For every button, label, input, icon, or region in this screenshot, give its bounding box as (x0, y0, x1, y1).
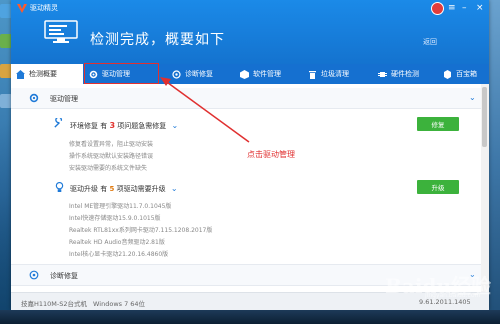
tab-label: 垃圾清理 (321, 70, 349, 78)
tab-toolbox[interactable]: 百宝箱 (443, 64, 489, 84)
tab-label: 百宝箱 (456, 70, 477, 78)
app-logo-icon (17, 4, 27, 13)
app-window: 驱动精灵 ≡ – × 检测完成，概要如下 返回 检测概要 驱动管理 诊断修复 软… (11, 0, 489, 310)
upgrade-count: 5 (109, 185, 115, 193)
return-link[interactable]: 返回 (423, 37, 437, 47)
chevron-down-icon[interactable]: ⌄ (171, 184, 178, 193)
chip-icon (378, 71, 387, 77)
env-repair-suffix: 项问题急需修复 (117, 122, 167, 130)
driver-item: Realtek RTL81xx系列网卡驱动7.115.1208.2017版 (69, 227, 213, 234)
env-repair-count: 3 (109, 121, 116, 130)
upgrade-suffix: 项驱动需要升级 (116, 185, 166, 193)
upgrade-have: 有 (100, 185, 108, 193)
section-title: 驱动管理 (50, 95, 78, 103)
main-content: 驱动管理 ⌄ 环境修复 有 3 项问题急需修复 ⌄ 修复 修复看设置异常，阻止驱… (11, 84, 481, 292)
target-icon (172, 69, 181, 79)
driver-item: Intel快速存储驱动15.9.0.1015版 (69, 215, 161, 222)
app-name: 驱动精灵 (30, 4, 58, 12)
tab-label: 诊断修复 (185, 70, 213, 78)
driver-item: Intel核心显卡驱动21.20.16.4860版 (69, 251, 169, 258)
monitor-icon (44, 20, 78, 43)
annotation-text: 点击驱动管理 (247, 150, 295, 159)
repair-button[interactable]: 修复 (417, 117, 459, 131)
chevron-down-icon[interactable]: ⌄ (469, 93, 476, 102)
os-version: Windows 7 64位 (93, 300, 146, 308)
tab-label: 检测概要 (29, 70, 57, 78)
taskbar (0, 310, 500, 324)
tab-software-management[interactable]: 软件管理 (240, 64, 306, 84)
env-issue-item: 操作系统驱动默认安装路径错误 (69, 153, 154, 160)
target-icon (29, 270, 39, 280)
annotation-highlight-box (84, 63, 159, 84)
title-bar: 驱动精灵 ≡ – × 检测完成，概要如下 返回 (11, 0, 489, 64)
app-version: 9.61.2011.1405 (419, 298, 471, 306)
gear-icon (29, 93, 39, 103)
notification-badge[interactable] (431, 2, 444, 15)
trash-icon (309, 70, 316, 79)
wrench-icon (54, 118, 63, 128)
driver-section-header[interactable]: 驱动管理 ⌄ (11, 88, 481, 109)
package-icon (240, 69, 249, 79)
home-icon (16, 69, 25, 79)
lightbulb-icon (55, 182, 64, 192)
driver-item: Realtek HD Audio音频驱动2.81版 (69, 239, 165, 246)
scrollbar-thumb[interactable] (482, 87, 487, 147)
page-title: 检测完成，概要如下 (90, 32, 225, 48)
tab-bar: 检测概要 驱动管理 诊断修复 软件管理 垃圾清理 硬件检测 百宝箱 (11, 64, 489, 84)
env-issue-item: 修复看设置异常，阻止驱动安装 (69, 141, 154, 148)
tab-junk-cleanup[interactable]: 垃圾清理 (308, 64, 374, 84)
tab-diagnose-repair[interactable]: 诊断修复 (172, 64, 238, 84)
tab-label: 硬件检测 (391, 70, 419, 78)
upgrade-label: 驱动升级 (70, 185, 98, 193)
chevron-down-icon[interactable]: ⌄ (172, 121, 179, 130)
tab-overview[interactable]: 检测概要 (11, 64, 83, 84)
env-issue-item: 安装驱动需要的系统文件缺失 (69, 165, 148, 172)
driver-item: Intel ME管理引擎驱动11.7.0.1045版 (69, 203, 172, 210)
tab-label: 软件管理 (253, 70, 281, 78)
env-repair-title: 环境修复 有 3 项问题急需修复 ⌄ (70, 121, 178, 131)
menu-icon[interactable]: ≡ (448, 3, 456, 13)
driver-upgrade-title: 驱动升级 有 5 项驱动需要升级 ⌄ (70, 184, 178, 194)
close-icon[interactable]: × (476, 3, 484, 13)
machine-model: 技嘉H110M-S2台式机 (21, 300, 88, 308)
watermark-url: jingyan.baidu.com (425, 292, 481, 299)
box-icon (444, 69, 451, 79)
env-repair-have: 有 (100, 122, 108, 130)
env-repair-label: 环境修复 (70, 122, 98, 130)
tab-hardware-detect[interactable]: 硬件检测 (378, 64, 444, 84)
section-title: 诊断修复 (50, 272, 78, 280)
upgrade-button[interactable]: 升级 (417, 180, 459, 194)
minimize-icon[interactable]: – (462, 3, 467, 13)
